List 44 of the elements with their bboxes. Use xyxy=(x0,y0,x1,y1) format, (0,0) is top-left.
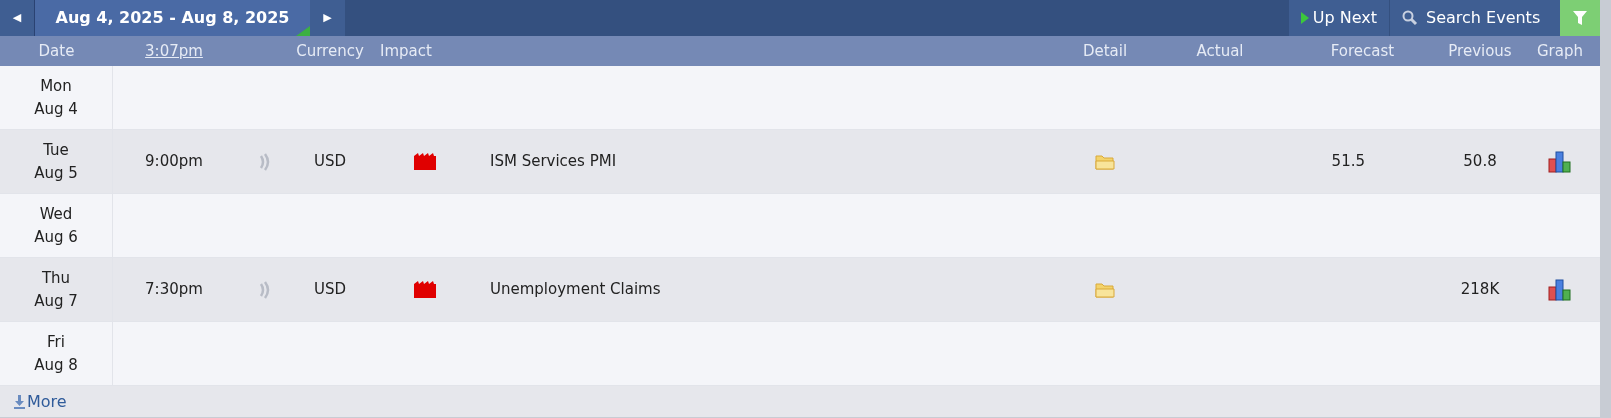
search-events-button[interactable]: Search Events xyxy=(1390,0,1560,36)
bar-chart-icon[interactable] xyxy=(1548,278,1572,301)
folder-icon[interactable] xyxy=(1095,281,1115,298)
day-name: Thu xyxy=(41,267,71,289)
filter-icon xyxy=(1573,11,1587,25)
column-header: Impact xyxy=(379,40,433,62)
previous-value: 218K xyxy=(1459,279,1501,301)
column-header: Actual xyxy=(1195,40,1245,62)
currency-code: USD xyxy=(312,151,348,173)
column-header: Graph xyxy=(1536,40,1584,62)
event-time: 7:30pm xyxy=(144,279,204,301)
day-name: Tue xyxy=(43,139,69,161)
day-date: Aug 4 xyxy=(34,98,78,120)
more-button[interactable]: More xyxy=(14,389,67,414)
column-header: Currency xyxy=(296,40,364,62)
column-header: Previous xyxy=(1447,40,1513,62)
download-icon xyxy=(14,394,25,409)
column-header: Forecast xyxy=(1329,40,1396,62)
up-next-button[interactable]: Up Next xyxy=(1288,0,1390,36)
search-icon xyxy=(1402,10,1418,26)
column-header: Date xyxy=(37,40,76,62)
previous-value: 50.8 xyxy=(1462,151,1498,173)
event-time: 9:00pm xyxy=(144,151,204,173)
event-title[interactable]: ISM Services PMI xyxy=(485,150,1055,173)
sound-icon[interactable] xyxy=(259,280,271,299)
previous-week-button[interactable]: ◀ xyxy=(0,0,35,36)
column-header: Detail xyxy=(1081,40,1129,62)
day-name: Fri xyxy=(47,331,65,353)
day-date: Aug 5 xyxy=(34,162,78,184)
day-name: Mon xyxy=(40,75,72,97)
event-title[interactable]: Unemployment Claims xyxy=(485,278,1055,301)
currency-code: USD xyxy=(312,279,348,301)
sound-icon[interactable] xyxy=(259,152,271,171)
next-week-button[interactable]: ▶ xyxy=(310,0,345,36)
date-range-tab[interactable]: Aug 4, 2025 - Aug 8, 2025 xyxy=(35,0,310,36)
bar-chart-icon[interactable] xyxy=(1548,150,1572,173)
day-date: Aug 7 xyxy=(34,290,78,312)
folder-icon[interactable] xyxy=(1095,153,1115,170)
day-date: Aug 8 xyxy=(34,354,78,376)
day-date: Aug 6 xyxy=(34,226,78,248)
play-icon xyxy=(1300,12,1309,24)
forecast-value: 51.5 xyxy=(1330,151,1366,173)
filter-button[interactable] xyxy=(1560,0,1600,36)
day-name: Wed xyxy=(39,203,73,225)
